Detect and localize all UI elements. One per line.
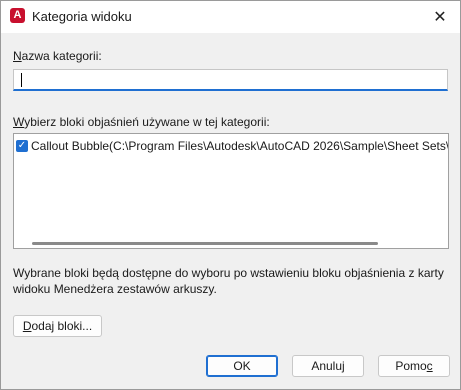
checkbox-checked-icon[interactable]: ✓ — [16, 140, 28, 152]
horizontal-scrollbar[interactable] — [32, 242, 378, 245]
blocks-label-hotkey: W — [13, 115, 25, 129]
info-text: Wybrane bloki będą dostępne do wyboru po… — [13, 266, 444, 296]
help-label: Pomo — [395, 359, 427, 373]
ok-button[interactable]: OK — [206, 355, 278, 377]
list-item-text: Callout Bubble(C:\Program Files\Autodesk… — [31, 139, 449, 153]
blocks-label-text: ybierz bloki objaśnień używane w tej kat… — [24, 115, 270, 129]
list-item[interactable]: ✓ Callout Bubble(C:\Program Files\Autode… — [16, 138, 449, 154]
add-blocks-label: odaj bloki... — [31, 319, 93, 333]
add-blocks-button[interactable]: Dodaj bloki... — [13, 315, 102, 337]
autocad-app-icon: A — [10, 8, 25, 23]
blocks-label: Wybierz bloki objaśnień używane w tej ka… — [13, 115, 270, 129]
window-title: Kategoria widoku — [32, 9, 132, 24]
category-name-input[interactable] — [13, 69, 448, 91]
close-button[interactable]: ✕ — [420, 1, 460, 33]
dialog-window: A Kategoria widoku ✕ Nazwa kategorii: Wy… — [0, 0, 461, 390]
blocks-listbox[interactable]: ✓ Callout Bubble(C:\Program Files\Autode… — [13, 133, 449, 249]
text-caret — [21, 73, 22, 87]
cancel-button[interactable]: Anuluj — [292, 355, 364, 377]
category-name-label: Nazwa kategorii: — [13, 49, 102, 63]
category-name-label-text: azwa kategorii: — [21, 49, 102, 63]
close-icon: ✕ — [433, 9, 447, 26]
help-hotkey: c — [426, 359, 433, 373]
help-button[interactable]: Pomo c — [378, 355, 450, 377]
title-bar: A Kategoria widoku ✕ — [1, 1, 460, 33]
add-blocks-hotkey: D — [22, 319, 32, 333]
category-name-hotkey: N — [13, 49, 22, 63]
